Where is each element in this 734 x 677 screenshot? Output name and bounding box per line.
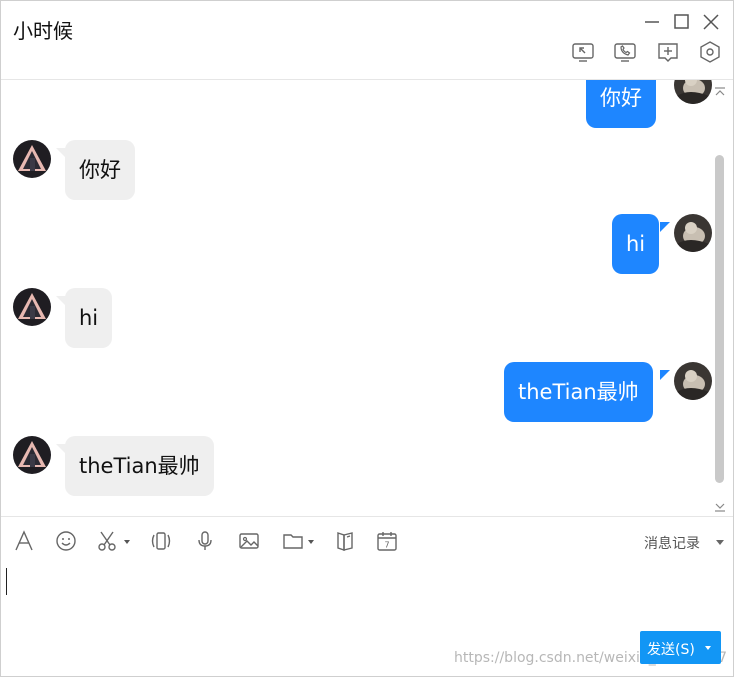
emoji-icon[interactable] [54, 529, 78, 553]
folder-dropdown-icon[interactable] [308, 540, 314, 544]
chat-window: 小时候 你好 你好 hi hi theTian最帅 theTian最帅 7 消息… [0, 0, 734, 677]
send-button[interactable]: 发送(S) [640, 631, 721, 664]
message-bubble-mine: 你好 [586, 80, 656, 128]
folder-icon[interactable] [281, 529, 305, 553]
scrollbar-thumb[interactable] [715, 155, 724, 483]
gift-icon[interactable] [333, 529, 357, 553]
add-chat-icon[interactable] [655, 39, 681, 65]
close-icon[interactable] [700, 11, 722, 33]
contact-avatar [13, 436, 51, 474]
svg-text:7: 7 [384, 541, 389, 550]
text-cursor [6, 568, 7, 595]
font-icon[interactable] [12, 529, 36, 553]
message-bubble-theirs: theTian最帅 [65, 436, 214, 496]
scissors-icon[interactable] [96, 529, 120, 553]
phone-call-icon[interactable] [612, 39, 638, 65]
scissors-dropdown-icon[interactable] [124, 540, 130, 544]
chat-title: 小时候 [13, 19, 73, 43]
settings-hex-icon[interactable] [697, 39, 723, 65]
message-bubble-theirs: 你好 [65, 140, 135, 200]
contact-avatar [13, 288, 51, 326]
my-avatar [674, 362, 712, 400]
message-bubble-mine: theTian最帅 [504, 362, 653, 422]
my-avatar [674, 214, 712, 252]
chat-header: 小时候 [1, 1, 733, 80]
message-list[interactable]: 你好 你好 hi hi theTian最帅 theTian最帅 [1, 80, 733, 515]
history-link[interactable]: 消息记录 [644, 533, 700, 553]
minimize-icon[interactable] [641, 11, 663, 33]
image-icon[interactable] [237, 529, 261, 553]
scroll-down-icon[interactable] [713, 498, 727, 512]
send-button-label: 发送(S) [647, 642, 695, 658]
input-toolbar: 7 消息记录 [1, 516, 733, 569]
screen-share-icon[interactable] [570, 39, 596, 65]
calendar-icon[interactable]: 7 [375, 529, 399, 553]
message-bubble-mine: hi [612, 214, 660, 274]
shake-icon[interactable] [149, 529, 173, 553]
message-bubble-theirs: hi [65, 288, 113, 348]
message-input[interactable]: https://blog.csdn.net/weixin_43544077 发送… [1, 568, 733, 676]
scroll-up-icon[interactable] [713, 85, 727, 99]
history-dropdown-icon[interactable] [716, 540, 724, 545]
bubble-tail [660, 222, 670, 232]
my-avatar [674, 80, 712, 104]
maximize-icon[interactable] [671, 11, 693, 33]
bubble-tail [660, 370, 670, 380]
contact-avatar [13, 140, 51, 178]
send-dropdown-icon[interactable] [705, 646, 711, 650]
microphone-icon[interactable] [193, 529, 217, 553]
